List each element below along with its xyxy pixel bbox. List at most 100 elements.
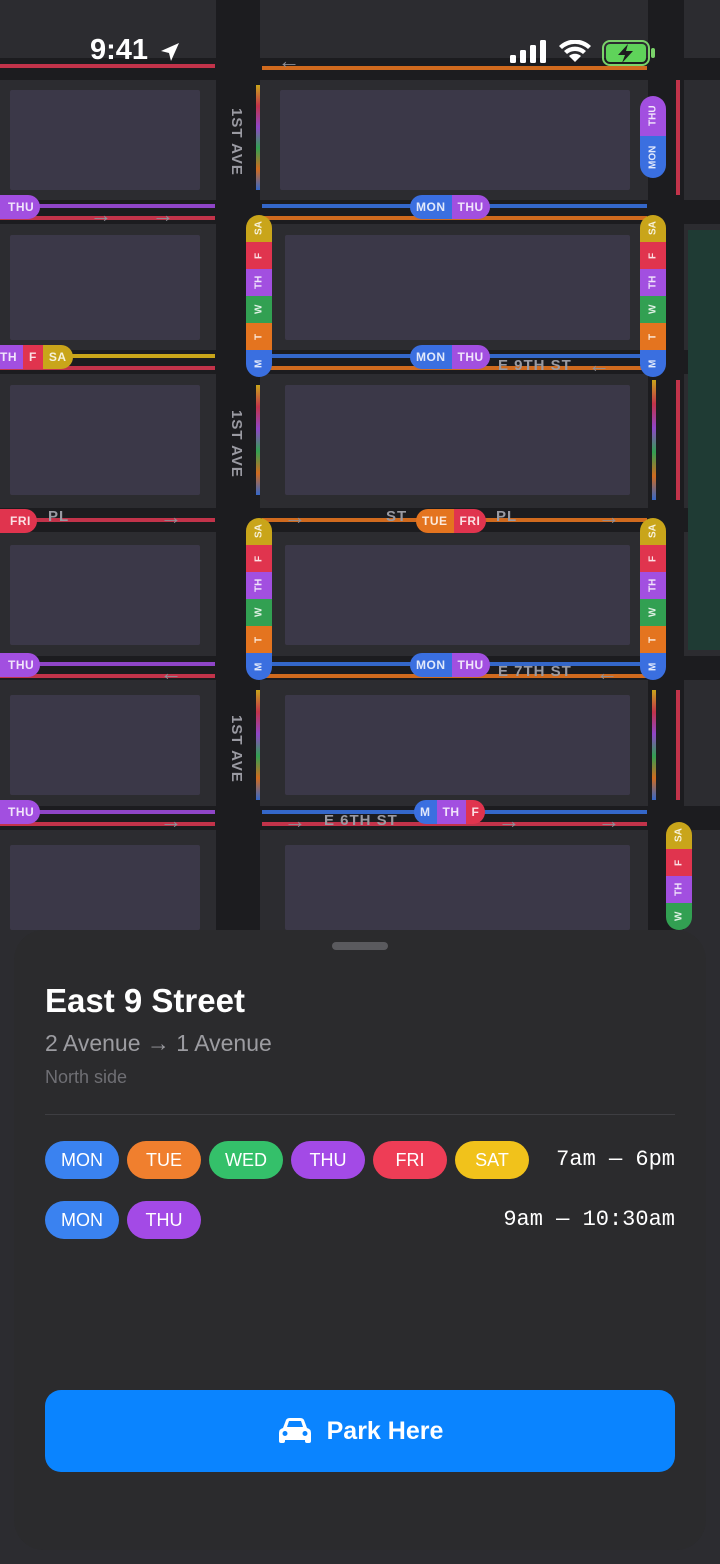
day-segment: MON [410,345,452,369]
street-route: 2 Avenue → 1 Avenue [45,1030,272,1056]
map-day-pill-vertical[interactable]: SA F TH W T M [640,215,666,377]
street-label: PL [496,508,518,525]
day-segment: TH [666,876,692,903]
regulation-line [652,380,656,500]
day-segment: MON [640,136,666,178]
street-label: E 9TH ST [498,357,572,374]
regulation-line [256,385,260,495]
wifi-icon [559,40,591,62]
day-segment: SA [246,518,272,545]
day-segment: T [640,323,666,350]
park-here-button[interactable]: Park Here [45,1390,675,1472]
divider [45,1114,675,1115]
day-segment: M [640,350,666,377]
right-arrow-icon: → [160,808,182,833]
right-arrow-icon: → [284,808,306,833]
day-segment: W [246,296,272,323]
schedule-hours: 7am — 6pm [556,1147,675,1172]
day-chip-sat: SAT [455,1141,529,1179]
day-segment: F [640,242,666,269]
right-arrow-icon: → [90,202,112,227]
regulation-line [676,380,680,500]
park-area [688,230,720,650]
left-arrow-icon: ← [160,660,182,685]
map-day-pill[interactable]: THU [0,195,41,219]
day-segment: M [246,350,272,377]
day-segment: THU [451,195,490,219]
map-day-pill[interactable]: MON THU [410,653,490,677]
day-segment: THU [451,345,490,369]
day-segment: TH [640,572,666,599]
map-day-pill-vertical[interactable]: THU MON [640,96,666,178]
left-arrow-icon: ← [596,660,618,685]
day-segment: M [640,653,666,680]
schedule-row: MON TUE WED THU FRI SAT 7am — 6pm [45,1141,675,1179]
building [10,845,200,930]
sheet-drag-handle[interactable] [332,942,388,950]
building [280,90,630,190]
map-day-pill-vertical[interactable]: SA F TH W T M [246,215,272,377]
building [285,545,630,645]
battery-charging-icon [602,40,655,66]
right-arrow-icon: → [598,808,620,833]
map-day-pill[interactable]: THU [0,653,41,677]
day-segment: TH [246,572,272,599]
building [285,845,630,930]
map-day-pill[interactable]: THU [0,800,41,824]
street-side: North side [45,1067,128,1087]
map-day-pill[interactable]: MON THU [410,195,490,219]
street-label: ST [386,508,408,525]
day-segment: FRI [453,509,487,533]
signal-icon [510,40,546,63]
street-label: E 6TH ST [324,812,398,829]
day-segment: THU [640,96,666,136]
day-segment: TH [246,269,272,296]
building [285,695,630,795]
day-segment: W [640,599,666,626]
map-day-pill-vertical[interactable]: SA F TH W T M [640,518,666,680]
regulation-line [256,85,260,190]
day-chip-mon: MON [45,1141,119,1179]
map-day-pill[interactable]: MON THU [410,345,490,369]
map-day-pill[interactable]: M TH F [414,800,486,824]
building [285,385,630,495]
map-day-pill-vertical[interactable]: SA F TH W T M [246,518,272,680]
avenue-label: 1ST AVE [228,715,245,783]
day-segment: THU [0,195,41,219]
schedule-row: MON THU 9am — 10:30am [45,1201,675,1239]
day-segment: TH [640,269,666,296]
day-segment: F [246,545,272,572]
status-time: 9:41 [90,34,149,66]
location-arrow-icon [161,43,179,61]
left-arrow-icon: ← [588,352,610,377]
day-chip-tue: TUE [127,1141,201,1179]
building [10,385,200,495]
regulation-line [652,690,656,800]
car-icon [278,1418,311,1443]
building [285,235,630,340]
day-segment: F [246,242,272,269]
right-arrow-icon: → [152,202,174,227]
day-segment: T [640,626,666,653]
day-segment: SA [640,518,666,545]
building [10,90,200,190]
avenue-label: 1ST AVE [228,410,245,478]
day-segment: F [23,345,43,369]
map-day-pill[interactable]: TH F SA [0,345,73,369]
day-segment: SA [666,822,692,849]
right-arrow-icon: → [598,504,620,529]
day-chip-wed: WED [209,1141,283,1179]
map-day-pill-vertical[interactable]: SA F TH W [666,822,692,930]
day-segment: FRI [0,509,37,533]
day-chip-thu: THU [291,1141,365,1179]
day-segment: T [246,626,272,653]
day-segment: THU [451,653,490,677]
day-segment: W [640,296,666,323]
right-arrow-icon: → [284,504,306,529]
map-day-pill[interactable]: FRI [0,509,37,533]
map-day-pill[interactable]: TUE FRI [416,509,487,533]
park-here-label: Park Here [326,1416,444,1445]
right-arrow-icon: → [498,808,520,833]
day-segment: MON [410,653,452,677]
status-bar: 9:41 [0,0,720,100]
